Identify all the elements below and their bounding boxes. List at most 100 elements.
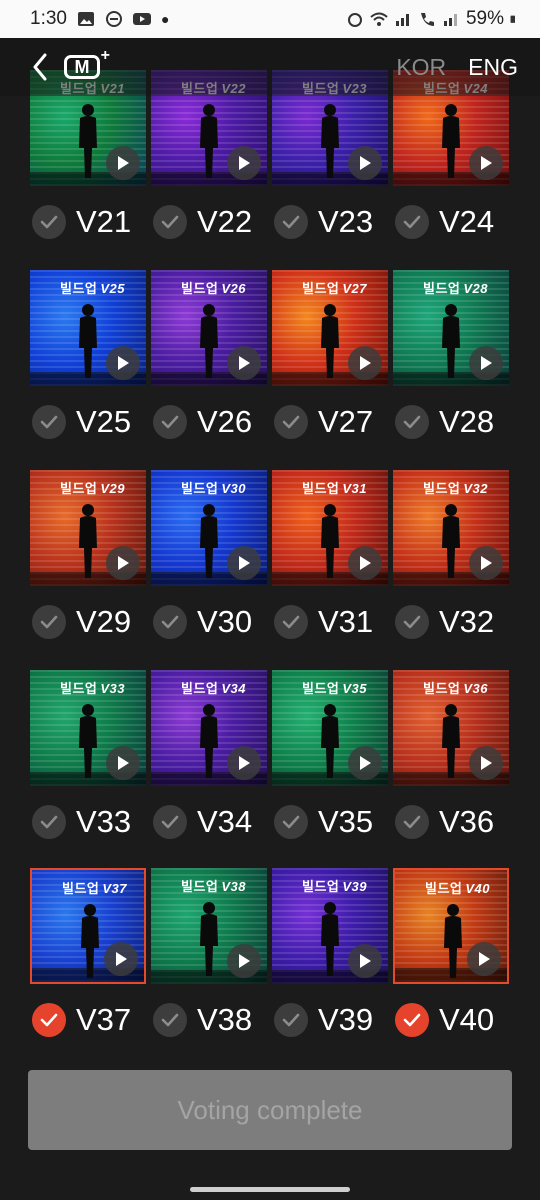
video-thumbnail[interactable]: 빌드업 V39 xyxy=(272,868,388,984)
play-button[interactable] xyxy=(227,346,261,380)
play-button[interactable] xyxy=(348,346,382,380)
vote-option-v23[interactable]: V23 xyxy=(274,204,373,240)
vote-checkbox[interactable] xyxy=(274,205,308,239)
play-button[interactable] xyxy=(106,746,140,780)
video-thumbnail[interactable]: 빌드업 V40 xyxy=(393,868,509,984)
play-button[interactable] xyxy=(227,546,261,580)
vote-option-v38[interactable]: V38 xyxy=(153,1002,252,1038)
lang-eng-button[interactable]: ENG xyxy=(468,54,518,81)
thumbnail-title: 빌드업 V40 xyxy=(425,878,490,897)
play-button[interactable] xyxy=(348,546,382,580)
vote-checkbox[interactable] xyxy=(274,805,308,839)
singer-silhouette-icon xyxy=(79,504,97,578)
vote-option-v28[interactable]: V28 xyxy=(395,404,494,440)
vote-option-label: V32 xyxy=(439,604,495,639)
video-thumbnail[interactable]: 빌드업 V31 xyxy=(272,470,388,586)
video-thumbnail[interactable]: 빌드업 V36 xyxy=(393,670,509,786)
vote-checkbox[interactable] xyxy=(32,805,66,839)
vote-option-v36[interactable]: V36 xyxy=(395,804,494,840)
play-button[interactable] xyxy=(348,146,382,180)
video-thumbnail[interactable]: 빌드업 V33 xyxy=(30,670,146,786)
back-button[interactable] xyxy=(28,52,52,82)
lang-kor-button[interactable]: KOR xyxy=(396,54,446,81)
home-indicator[interactable] xyxy=(190,1187,350,1192)
vote-option-v31[interactable]: V31 xyxy=(274,604,373,640)
video-thumbnail[interactable]: 빌드업 V28 xyxy=(393,270,509,386)
video-grid: 빌드업V21V21빌드업V22V22빌드업V23V23빌드업V24V24빌드업V… xyxy=(0,0,540,1070)
vote-checkbox[interactable] xyxy=(32,1003,66,1037)
video-thumbnail[interactable]: 빌드업 V26 xyxy=(151,270,267,386)
play-button[interactable] xyxy=(469,146,503,180)
video-thumbnail[interactable]: 빌드업 V34 xyxy=(151,670,267,786)
thumbnail-show-name: 빌드업 xyxy=(181,681,219,696)
singer-silhouette-icon xyxy=(442,104,460,178)
vote-option-v30[interactable]: V30 xyxy=(153,604,252,640)
vote-checkbox[interactable] xyxy=(395,205,429,239)
vote-checkbox[interactable] xyxy=(395,405,429,439)
play-button[interactable] xyxy=(104,942,138,976)
play-button[interactable] xyxy=(227,746,261,780)
vote-checkbox[interactable] xyxy=(32,405,66,439)
play-button[interactable] xyxy=(227,944,261,978)
vote-option-v32[interactable]: V32 xyxy=(395,604,494,640)
vote-checkbox[interactable] xyxy=(395,805,429,839)
vote-checkbox[interactable] xyxy=(153,805,187,839)
vote-checkbox[interactable] xyxy=(153,1003,187,1037)
checkmark-icon xyxy=(161,415,179,429)
vote-option-v33[interactable]: V33 xyxy=(32,804,131,840)
vote-option-v37[interactable]: V37 xyxy=(32,1002,131,1038)
thumbnail-code: V25 xyxy=(100,281,126,296)
logo-plus: + xyxy=(100,47,110,64)
singer-silhouette-icon xyxy=(79,104,97,178)
video-thumbnail[interactable]: 빌드업 V29 xyxy=(30,470,146,586)
vote-option-v26[interactable]: V26 xyxy=(153,404,252,440)
play-icon xyxy=(360,356,371,370)
video-thumbnail[interactable]: 빌드업 V35 xyxy=(272,670,388,786)
play-button[interactable] xyxy=(106,346,140,380)
vote-option-label: V33 xyxy=(76,804,132,839)
vote-checkbox[interactable] xyxy=(274,605,308,639)
play-button[interactable] xyxy=(106,546,140,580)
vote-checkbox[interactable] xyxy=(153,205,187,239)
video-thumbnail[interactable]: 빌드업 V30 xyxy=(151,470,267,586)
chevron-left-icon xyxy=(33,53,47,81)
checkmark-icon xyxy=(282,415,300,429)
play-button[interactable] xyxy=(467,942,501,976)
vote-option-v29[interactable]: V29 xyxy=(32,604,131,640)
mnet-plus-logo[interactable]: M + xyxy=(64,47,110,83)
vote-checkbox[interactable] xyxy=(153,605,187,639)
thumbnail-title: 빌드업 V28 xyxy=(423,278,488,297)
thumbnail-show-name: 빌드업 xyxy=(181,281,219,296)
play-button[interactable] xyxy=(469,346,503,380)
singer-silhouette-icon xyxy=(321,504,339,578)
vote-option-v24[interactable]: V24 xyxy=(395,204,494,240)
play-button[interactable] xyxy=(348,944,382,978)
video-thumbnail[interactable]: 빌드업 V37 xyxy=(30,868,146,984)
play-button[interactable] xyxy=(348,746,382,780)
vote-option-v40[interactable]: V40 xyxy=(395,1002,494,1038)
vote-checkbox[interactable] xyxy=(274,1003,308,1037)
play-button[interactable] xyxy=(106,146,140,180)
video-thumbnail[interactable]: 빌드업 V27 xyxy=(272,270,388,386)
vote-checkbox[interactable] xyxy=(153,405,187,439)
vote-checkbox[interactable] xyxy=(32,605,66,639)
video-thumbnail[interactable]: 빌드업 V38 xyxy=(151,868,267,984)
vote-checkbox[interactable] xyxy=(395,605,429,639)
play-button[interactable] xyxy=(227,146,261,180)
voting-complete-button[interactable]: Voting complete xyxy=(28,1070,512,1150)
vote-option-v39[interactable]: V39 xyxy=(274,1002,373,1038)
vote-checkbox[interactable] xyxy=(395,1003,429,1037)
video-thumbnail[interactable]: 빌드업 V32 xyxy=(393,470,509,586)
vote-option-v27[interactable]: V27 xyxy=(274,404,373,440)
vote-option-v22[interactable]: V22 xyxy=(153,204,252,240)
play-button[interactable] xyxy=(469,546,503,580)
vote-option-v35[interactable]: V35 xyxy=(274,804,373,840)
play-button[interactable] xyxy=(469,746,503,780)
vote-option-label: V29 xyxy=(76,604,132,639)
vote-option-v34[interactable]: V34 xyxy=(153,804,252,840)
vote-checkbox[interactable] xyxy=(274,405,308,439)
vote-checkbox[interactable] xyxy=(32,205,66,239)
video-thumbnail[interactable]: 빌드업 V25 xyxy=(30,270,146,386)
vote-option-v21[interactable]: V21 xyxy=(32,204,131,240)
vote-option-v25[interactable]: V25 xyxy=(32,404,131,440)
